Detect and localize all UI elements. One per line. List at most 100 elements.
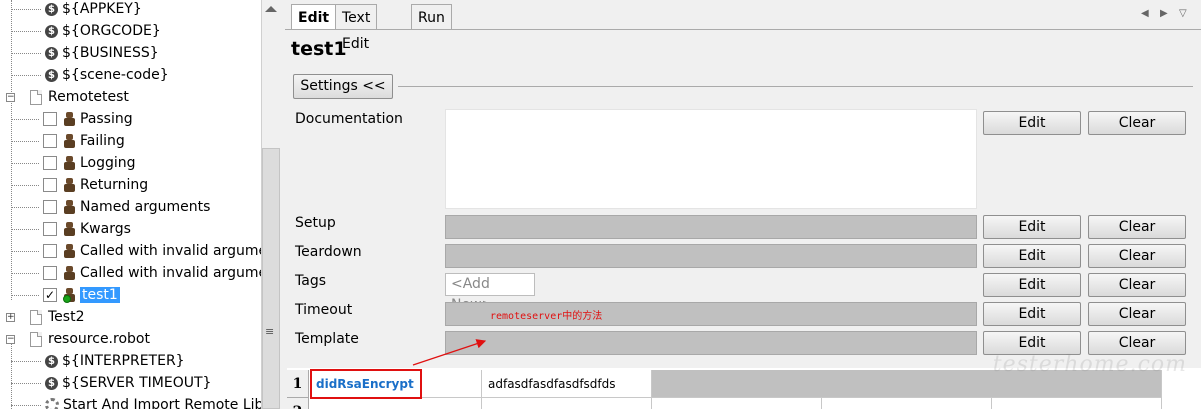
tree-test-label-selected: test1	[80, 287, 120, 303]
setup-label: Setup	[295, 215, 336, 231]
tab-run[interactable]: Run	[411, 4, 452, 30]
grid-cell[interactable]	[992, 398, 1162, 409]
test-checkbox-checked[interactable]: ✓	[43, 288, 57, 302]
tree-var-scene-code[interactable]: $ ${scene-code}	[45, 64, 169, 86]
tree-keyword-start-remote[interactable]: Start And Import Remote Libra	[45, 394, 261, 409]
grid-cell-argument[interactable]: adfasdfasdfasdfsdfds	[482, 370, 652, 398]
tree-test-kwargs[interactable]: Kwargs	[43, 218, 131, 240]
robot-icon	[63, 243, 76, 259]
tree-test-label: Passing	[80, 111, 133, 127]
teardown-clear-button[interactable]: Clear	[1088, 244, 1186, 268]
setup-clear-button[interactable]: Clear	[1088, 215, 1186, 239]
setup-field[interactable]	[445, 215, 977, 239]
tree-suite-remotetest[interactable]: Remotetest	[30, 86, 129, 108]
variable-icon: $	[45, 2, 58, 16]
test-checkbox[interactable]	[43, 134, 57, 148]
row-number[interactable]: 2	[287, 398, 309, 409]
setup-edit-button[interactable]: Edit	[983, 215, 1081, 239]
test-checkbox[interactable]	[43, 266, 57, 280]
tree-test-test1[interactable]: ✓ test1	[43, 284, 120, 306]
tree-test-failing[interactable]: Failing	[43, 130, 125, 152]
tree-test-logging[interactable]: Logging	[43, 152, 136, 174]
test-checkbox[interactable]	[43, 222, 57, 236]
tree-suite-label: Remotetest	[48, 89, 129, 105]
tree-test-label: Called with invalid argument	[80, 265, 261, 281]
documentation-field[interactable]	[445, 109, 977, 209]
ride-window: $ ${APPKEY} $ ${ORGCODE} $ ${BUSINESS} $ ${s…	[0, 0, 1201, 409]
test-checkbox[interactable]	[43, 244, 57, 258]
tree-test-passing[interactable]: Passing	[43, 108, 133, 130]
tree-var-appkey[interactable]: $ ${APPKEY}	[45, 0, 142, 20]
variable-icon: $	[45, 354, 58, 368]
tree-var-label: ${BUSINESS}	[62, 45, 159, 61]
watermark: testerhome.com	[992, 352, 1187, 377]
tree-test-label: Named arguments	[80, 199, 211, 215]
tab-list-dropdown-icon[interactable]: ▽	[1179, 8, 1187, 19]
test-tree: $ ${APPKEY} $ ${ORGCODE} $ ${BUSINESS} $ ${s…	[0, 0, 261, 409]
robot-icon	[63, 133, 76, 149]
tree-test-invalid-argument-2[interactable]: Called with invalid argument	[43, 262, 261, 284]
tree-test-label: Returning	[80, 177, 149, 193]
grid-cell[interactable]	[652, 398, 822, 409]
scrollbar-thumb[interactable]	[262, 148, 280, 409]
tab-scroll-right-icon[interactable]: ▶	[1160, 8, 1168, 19]
tab-scroll-left-icon[interactable]: ◀	[1141, 8, 1149, 19]
tree-test-invalid-argument-1[interactable]: Called with invalid argument	[43, 240, 261, 262]
tags-edit-button[interactable]: Edit	[983, 273, 1081, 297]
grid-cell[interactable]	[822, 398, 992, 409]
tree-var-label: ${INTERPRETER}	[62, 353, 185, 369]
grid-cell-argument[interactable]	[482, 398, 652, 409]
template-label: Template	[295, 331, 359, 347]
tree-test-label: Logging	[80, 155, 136, 171]
tree-suite-test2[interactable]: Test2	[30, 306, 84, 328]
settings-toggle-button[interactable]: Settings <<	[293, 74, 393, 99]
editor-panel: Edit Text Edit Run ◀ ▶ ▽ test1 Settings …	[285, 0, 1201, 409]
tree-resource-file[interactable]: resource.robot	[30, 328, 150, 350]
variable-icon: $	[45, 68, 58, 82]
robot-icon	[63, 111, 76, 127]
expand-test2-toggle[interactable]: +	[6, 313, 15, 322]
tree-var-server-timeout[interactable]: $ ${SERVER TIMEOUT}	[45, 372, 211, 394]
splitter-grip-icon[interactable]: ≡	[265, 326, 275, 337]
grid-cell-keyword[interactable]	[310, 398, 482, 409]
test-checkbox[interactable]	[43, 112, 57, 126]
variable-icon: $	[45, 24, 58, 38]
tags-label: Tags	[295, 273, 326, 289]
documentation-clear-button[interactable]: Clear	[1088, 111, 1186, 135]
page-title: test1	[291, 38, 347, 60]
tree-keyword-label: Start And Import Remote Libra	[63, 397, 261, 409]
tree-var-business[interactable]: $ ${BUSINESS}	[45, 42, 159, 64]
collapse-resource-toggle[interactable]: −	[6, 335, 15, 344]
robot-icon	[63, 155, 76, 171]
documentation-edit-button[interactable]: Edit	[983, 111, 1081, 135]
test-checkbox[interactable]	[43, 200, 57, 214]
template-field[interactable]	[445, 331, 977, 355]
tree-test-label: Failing	[80, 133, 125, 149]
tab-edit[interactable]: Edit	[291, 4, 337, 30]
collapse-remotetest-toggle[interactable]: −	[6, 93, 15, 102]
scroll-up-arrow-icon[interactable]	[265, 6, 277, 12]
tree-test-named-arguments[interactable]: Named arguments	[43, 196, 210, 218]
row-number[interactable]: 1	[287, 370, 309, 398]
teardown-field[interactable]	[445, 244, 977, 268]
timeout-edit-button[interactable]: Edit	[983, 302, 1081, 326]
tags-add-new-field[interactable]: <Add New>	[445, 273, 535, 313]
variable-icon: $	[45, 46, 58, 60]
tree-var-orgcode[interactable]: $ ${ORGCODE}	[45, 20, 161, 42]
tree-var-interpreter[interactable]: $ ${INTERPRETER}	[45, 350, 185, 372]
tree-scrollbar[interactable]: ≡	[261, 0, 285, 409]
test-checkbox[interactable]	[43, 178, 57, 192]
tree-var-label: ${APPKEY}	[62, 1, 142, 17]
tab-text-edit[interactable]: Text Edit	[335, 4, 378, 52]
teardown-edit-button[interactable]: Edit	[983, 244, 1081, 268]
keyword-gear-icon	[45, 398, 59, 409]
timeout-clear-button[interactable]: Clear	[1088, 302, 1186, 326]
robot-icon	[63, 199, 76, 215]
tree-test-returning[interactable]: Returning	[43, 174, 148, 196]
tree-var-label: ${scene-code}	[62, 67, 169, 83]
test-checkbox[interactable]	[43, 156, 57, 170]
tree-test-label: Kwargs	[80, 221, 131, 237]
tags-clear-button[interactable]: Clear	[1088, 273, 1186, 297]
annotation-text: remoteserver中的方法	[490, 311, 603, 322]
tree-var-label: ${ORGCODE}	[62, 23, 161, 39]
